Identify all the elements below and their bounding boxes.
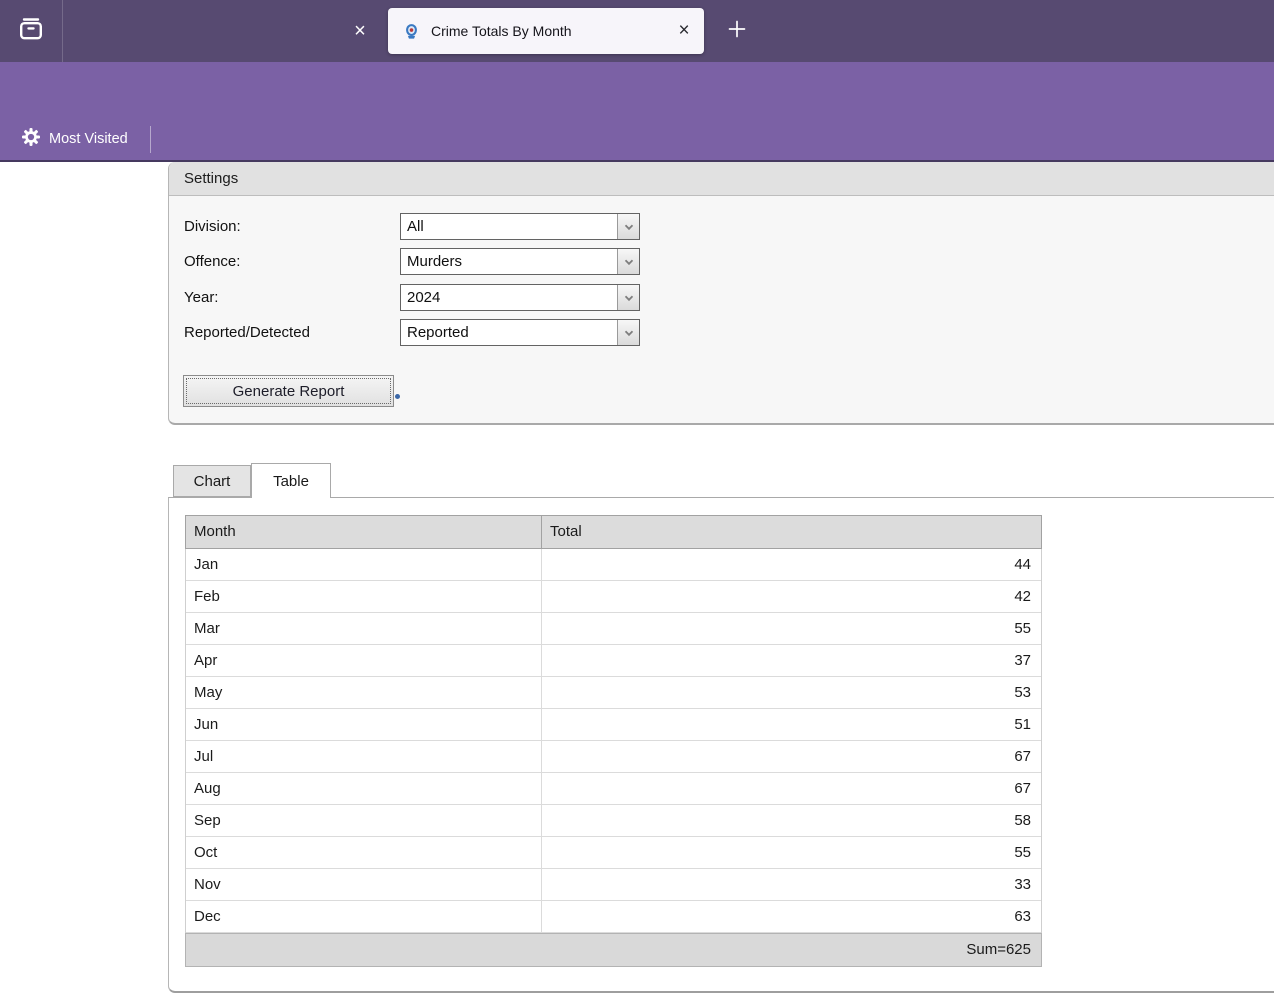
year-select-value: 2024 [407,289,441,306]
close-icon: × [354,19,366,42]
settings-panel-title: Settings [169,162,1274,196]
table-row: Mar 55 [186,613,1041,645]
table-row: Dec 63 [186,901,1041,933]
tab-title: Crime Totals By Month [431,23,572,39]
total-cell: 67 [1014,780,1031,797]
total-cell: 58 [1014,812,1031,829]
total-cell: 55 [1014,620,1031,637]
tab-chart[interactable]: Chart [173,465,251,497]
month-cell: Mar [186,613,542,644]
total-cell: 67 [1014,748,1031,765]
month-cell: Aug [186,773,542,804]
month-cell: Feb [186,581,542,612]
table-row: Jun 51 [186,709,1041,741]
browser-tab-bar: × Crime Totals By Month × [0,0,1274,62]
division-select[interactable]: All [400,213,640,240]
chevron-down-icon [617,320,639,345]
month-cell: Nov [186,869,542,900]
chevron-down-icon [617,214,639,239]
total-cell: 37 [1014,652,1031,669]
tab-table[interactable]: Table [251,463,331,498]
reported-detected-select[interactable]: Reported [400,319,640,346]
ttps-badge-favicon [403,23,420,40]
year-label: Year: [184,289,219,306]
total-column-header: Total [550,523,582,540]
offence-select-value: Murders [407,253,463,270]
month-cell: Jul [186,741,542,772]
table-footer-sum: Sum=625 [185,933,1042,967]
web-page: Settings Division: All Offence: Murders … [0,162,1274,1004]
table-row: Jul 67 [186,741,1041,773]
table-row: Nov 33 [186,869,1041,901]
reported-detected-select-value: Reported [407,324,469,341]
offence-label: Offence: [184,253,241,270]
total-cell: 42 [1014,588,1031,605]
new-tab-button[interactable] [722,16,752,46]
table-row: Apr 37 [186,645,1041,677]
total-cell: 55 [1014,844,1031,861]
plus-icon [726,18,748,45]
gear-icon [22,128,40,150]
chevron-down-icon [617,285,639,310]
reported-detected-label: Reported/Detected [184,324,310,341]
most-visited-label: Most Visited [49,131,128,147]
total-cell: 51 [1014,716,1031,733]
table-row: Feb 42 [186,581,1041,613]
division-label: Division: [184,218,241,235]
total-cell: 53 [1014,684,1031,701]
firefox-view-icon [17,15,45,48]
firefox-view-button[interactable] [10,10,52,52]
month-cell: Jan [186,549,542,580]
generate-report-button[interactable]: Generate Report [183,375,394,407]
table-tab-panel: Month Total Jan 44 Feb 42 Mar 55 Apr 37 May 53 Jun… [168,497,1274,993]
month-cell: Apr [186,645,542,676]
table-row: May 53 [186,677,1041,709]
tabbar-separator [62,0,63,62]
year-select[interactable]: 2024 [400,284,640,311]
browser-toolbar: https://www.ttps.gov.tt/Stats/Crime-Tota… [0,62,1274,174]
total-cell: 33 [1014,876,1031,893]
bookmarks-toolbar: Most Visited [0,118,1274,160]
month-column-header: Month [186,516,542,548]
month-cell: Jun [186,709,542,740]
total-cell: 44 [1014,556,1031,573]
crime-totals-table: Month Total Jan 44 Feb 42 Mar 55 Apr 37 May 53 Jun… [185,515,1042,967]
table-row: Sep 58 [186,805,1041,837]
offence-select[interactable]: Murders [400,248,640,275]
month-cell: Sep [186,805,542,836]
month-cell: May [186,677,542,708]
table-body: Jan 44 Feb 42 Mar 55 Apr 37 May 53 Jun 51 Jul 67 Aug 67… [185,549,1042,933]
bookmarks-separator [150,126,151,153]
focus-dot [395,394,400,399]
most-visited-folder[interactable]: Most Visited [14,124,136,154]
table-row: Oct 55 [186,837,1041,869]
division-select-value: All [407,218,424,235]
table-row: Aug 67 [186,773,1041,805]
active-tab[interactable]: Crime Totals By Month × [388,8,704,54]
table-row: Jan 44 [186,549,1041,581]
total-cell: 63 [1014,908,1031,925]
chevron-down-icon [617,249,639,274]
month-cell: Dec [186,901,542,932]
table-header-row: Month Total [185,515,1042,549]
background-tab-close-button[interactable]: × [346,16,374,46]
tab-close-button[interactable]: × [671,18,697,44]
month-cell: Oct [186,837,542,868]
